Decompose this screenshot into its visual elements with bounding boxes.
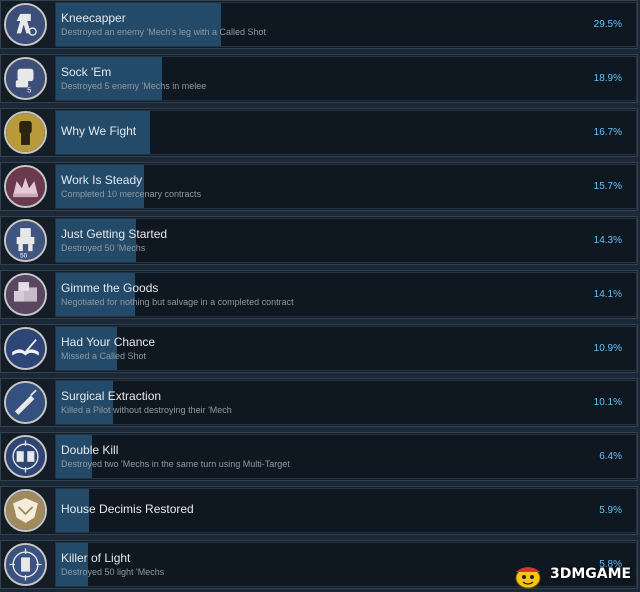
achievement-row[interactable]: 50 Just Getting Started Destroyed 50 'Mech… xyxy=(0,216,638,265)
fist-icon: 5 xyxy=(4,57,47,100)
achievement-row[interactable]: Gimme the Goods Negotiated for nothing bu… xyxy=(0,270,638,319)
achievement-description: Destroyed 50 light 'Mechs xyxy=(61,567,165,577)
achievement-percent: 14.1% xyxy=(593,289,622,300)
achievement-percent: 10.9% xyxy=(593,343,622,354)
achievement-card: Surgical Extraction Killed a Pilot withou… xyxy=(55,380,637,425)
achievement-percent: 14.3% xyxy=(593,235,622,246)
achievement-card: Double Kill Destroyed two 'Mechs in the s… xyxy=(55,434,637,479)
achievement-percent: 16.7% xyxy=(593,127,622,138)
achievement-title: Surgical Extraction xyxy=(61,389,162,403)
achievement-description: Killed a Pilot without destroying their … xyxy=(61,405,232,415)
achievement-percent: 15.7% xyxy=(593,181,622,192)
achievement-description: Destroyed 5 enemy 'Mechs in melee xyxy=(61,81,207,91)
achievement-percent: 5.9% xyxy=(599,505,622,516)
crest-icon xyxy=(4,489,47,532)
achievement-title: Sock 'Em xyxy=(61,65,112,79)
raised-fist-icon xyxy=(4,111,47,154)
achievement-title: Work Is Steady xyxy=(61,173,143,187)
achievement-row[interactable]: Double Kill Destroyed two 'Mechs in the s… xyxy=(0,432,638,481)
achievement-percent: 18.9% xyxy=(593,73,622,84)
svg-text:50: 50 xyxy=(20,252,27,259)
crown-icon xyxy=(4,165,47,208)
crates-icon xyxy=(4,273,47,316)
mech-leg-icon xyxy=(4,3,47,46)
achievement-row[interactable]: Surgical Extraction Killed a Pilot withou… xyxy=(0,378,638,427)
achievement-card: Had Your Chance Missed a Called Shot 10.9% xyxy=(55,326,637,371)
achievement-title: House Decimis Restored xyxy=(61,502,194,516)
achievement-description: Destroyed an enemy 'Mech's leg with a Ca… xyxy=(61,27,267,37)
achievement-description: Destroyed two 'Mechs in the same turn us… xyxy=(61,459,290,469)
achievement-percent: 10.1% xyxy=(593,397,622,408)
achievement-card: Work Is Steady Completed 10 mercenary con… xyxy=(55,164,637,209)
achievement-title: Kneecapper xyxy=(61,11,126,25)
achievement-percent: 29.5% xyxy=(593,19,622,30)
achievement-title: Had Your Chance xyxy=(61,335,156,349)
achievement-row[interactable]: 5 Sock 'Em Destroyed 5 enemy 'Mechs in mel… xyxy=(0,54,638,103)
achievement-card: House Decimis Restored 5.9% xyxy=(55,488,637,533)
book-icon xyxy=(4,327,47,370)
achievement-title: Gimme the Goods xyxy=(61,281,159,295)
scalpel-icon xyxy=(4,381,47,424)
achievement-title: Double Kill xyxy=(61,443,119,457)
achievement-description: Negotiated for nothing but salvage in a … xyxy=(61,297,294,307)
achievement-description: Missed a Called Shot xyxy=(61,351,147,361)
achievement-card: Kneecapper Destroyed an enemy 'Mech's leg… xyxy=(55,2,637,47)
watermark-text: 3DMGAME xyxy=(550,566,632,582)
achievement-row[interactable]: Kneecapper Destroyed an enemy 'Mech's leg… xyxy=(0,0,638,49)
achievement-title: Just Getting Started xyxy=(61,227,168,241)
achievement-row[interactable]: House Decimis Restored 5.9% xyxy=(0,486,638,535)
watermark: 3DMGAME xyxy=(508,560,638,590)
svg-text:5: 5 xyxy=(27,87,31,95)
achievement-card: Gimme the Goods Negotiated for nothing bu… xyxy=(55,272,637,317)
achievement-row[interactable]: Had Your Chance Missed a Called Shot 10.9% xyxy=(0,324,638,373)
cartoon-mascot-icon xyxy=(515,567,541,589)
achievement-description: Destroyed 50 'Mechs xyxy=(61,243,146,253)
achievement-card: Sock 'Em Destroyed 5 enemy 'Mechs in mele… xyxy=(55,56,637,101)
achievement-card: Why We Fight 16.7% xyxy=(55,110,637,155)
mech-icon: 50 xyxy=(4,219,47,262)
achievement-title: Killer of Light xyxy=(61,551,131,565)
crosshair-mech-icon xyxy=(4,543,47,586)
achievement-row[interactable]: Why We Fight 16.7% xyxy=(0,108,638,157)
achievement-title: Why We Fight xyxy=(61,124,137,138)
crosshair-mechs-icon xyxy=(4,435,47,478)
achievement-row[interactable]: Work Is Steady Completed 10 mercenary con… xyxy=(0,162,638,211)
achievement-card: Just Getting Started Destroyed 50 'Mechs 1… xyxy=(55,218,637,263)
achievement-percent: 6.4% xyxy=(599,451,622,462)
achievement-description: Completed 10 mercenary contracts xyxy=(61,189,202,199)
